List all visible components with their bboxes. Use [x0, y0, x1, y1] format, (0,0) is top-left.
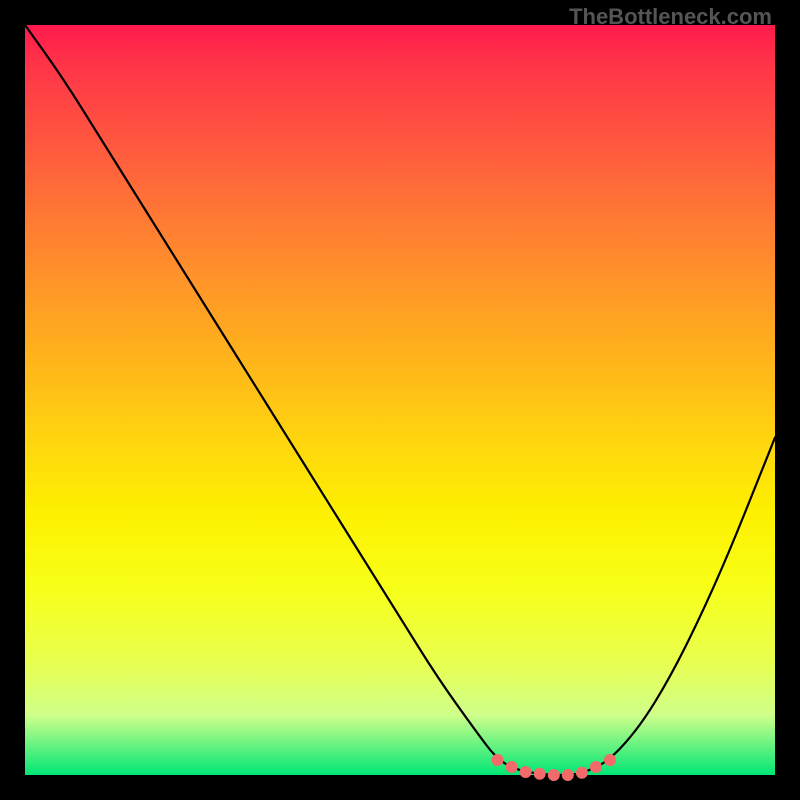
bottleneck-curve	[25, 25, 775, 775]
flat-region-markers	[492, 754, 617, 781]
flat-marker	[548, 769, 560, 781]
flat-marker	[492, 754, 504, 766]
flat-marker	[534, 768, 546, 780]
flat-marker	[576, 767, 588, 779]
flat-marker	[506, 761, 518, 773]
flat-marker	[590, 761, 602, 773]
curve-svg	[25, 25, 775, 775]
flat-marker	[562, 769, 574, 781]
flat-marker	[520, 766, 532, 778]
flat-marker	[604, 754, 616, 766]
